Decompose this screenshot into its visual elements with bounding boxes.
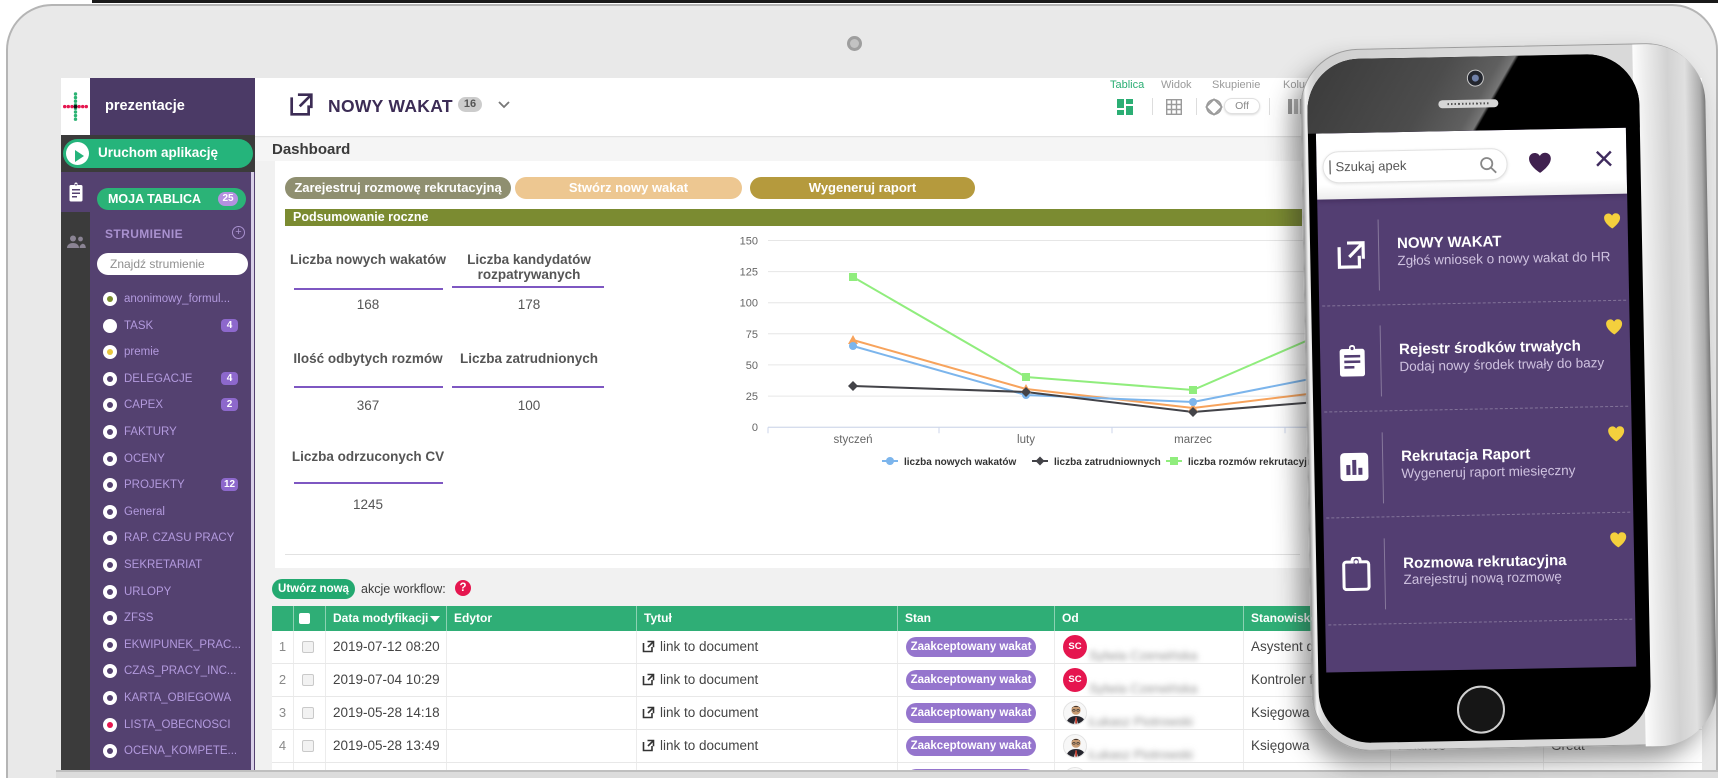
svg-text:liczba zatrudniownych: liczba zatrudniownych: [1054, 457, 1161, 468]
svg-text:50: 50: [746, 360, 758, 372]
svg-text:liczba rozmów rekrutacyjnych: liczba rozmów rekrutacyjnych: [1188, 457, 1312, 468]
svg-text:luty: luty: [1017, 434, 1035, 446]
svg-text:0: 0: [752, 422, 758, 434]
svg-text:marzec: marzec: [1174, 434, 1212, 446]
svg-text:150: 150: [740, 236, 758, 248]
svg-text:25: 25: [746, 391, 758, 403]
svg-text:liczba nowych wakatów: liczba nowych wakatów: [904, 457, 1016, 468]
svg-text:75: 75: [746, 329, 758, 341]
svg-text:styczeń: styczeń: [834, 434, 873, 446]
svg-text:125: 125: [740, 267, 758, 279]
svg-text:100: 100: [740, 298, 758, 310]
